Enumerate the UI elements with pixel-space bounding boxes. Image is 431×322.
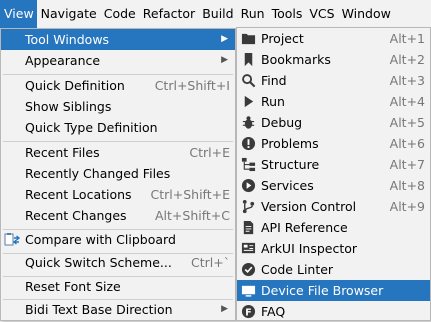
tool-window-find[interactable]: Find Alt+3: [237, 70, 430, 91]
menu-item-label: Problems: [261, 136, 319, 151]
menu-item-label: Compare with Clipboard: [25, 232, 176, 247]
shortcut-label: Ctrl+E: [189, 145, 230, 160]
shortcut-label: Alt+8: [389, 178, 425, 193]
search-icon: [242, 74, 256, 88]
menu-item-label: API Reference: [261, 220, 348, 235]
shortcut-label: Ctrl+`: [191, 255, 230, 270]
api-reference-icon: [243, 220, 254, 235]
menu-item-quick-switch-scheme[interactable]: Quick Switch Scheme... Ctrl+`: [1, 252, 235, 273]
debug-icon: [242, 116, 255, 129]
menu-item-label: Bookmarks: [261, 52, 331, 67]
tool-window-structure[interactable]: Structure Alt+7: [237, 154, 430, 175]
menu-item-show-siblings[interactable]: Show Siblings: [1, 96, 235, 117]
menu-item-label: Recent Changes: [25, 208, 127, 223]
menu-item-label: Version Control: [261, 199, 357, 214]
shortcut-label: Alt+4: [389, 94, 425, 109]
problems-icon: [241, 136, 256, 151]
menu-item-reset-font-size[interactable]: Reset Font Size: [1, 276, 235, 297]
menu-item-label: Appearance: [25, 53, 101, 68]
menu-item-label: Device File Browser: [261, 283, 384, 298]
bookmark-icon: [244, 52, 253, 67]
menu-item-label: Find: [261, 73, 287, 88]
menu-item-label: ArkUI Inspector: [261, 241, 358, 256]
menu-item-label: Bidi Text Base Direction: [25, 302, 173, 317]
submenu-arrow-icon: ▶: [221, 304, 228, 314]
menu-item-recent-changes[interactable]: Recent Changes Alt+Shift+C: [1, 205, 235, 226]
shortcut-label: Alt+2: [389, 52, 425, 67]
menu-item-bidi-text-base-direction[interactable]: Bidi Text Base Direction ▶: [1, 299, 235, 320]
menu-item-label: Project: [261, 31, 304, 46]
shortcut-label: Ctrl+Shift+I: [154, 78, 230, 93]
menu-item-label: Recently Changed Files: [25, 166, 171, 181]
shortcut-label: Alt+7: [389, 157, 425, 172]
tool-windows-submenu: Project Alt+1 Bookmarks Alt+2 Find Alt+3…: [236, 27, 431, 321]
tool-window-problems[interactable]: Problems Alt+6: [237, 133, 430, 154]
menu-build[interactable]: Build: [198, 0, 236, 28]
shortcut-label: Alt+1: [389, 31, 425, 46]
tool-window-faq[interactable]: F FAQ: [237, 301, 430, 322]
folder-icon: [241, 33, 256, 45]
view-menu: Tool Windows ▶ Appearance ▶ Quick Defini…: [0, 28, 236, 321]
shortcut-label: Alt+6: [389, 136, 425, 151]
svg-text:F: F: [245, 307, 251, 318]
menu-item-appearance[interactable]: Appearance ▶: [1, 50, 235, 71]
menu-vcs[interactable]: VCS: [305, 0, 337, 28]
menu-item-label: Quick Type Definition: [25, 120, 158, 135]
menu-item-label: Recent Files: [25, 145, 100, 160]
menu-item-label: Reset Font Size: [25, 279, 121, 294]
menu-item-label: Quick Definition: [25, 78, 125, 93]
services-icon: [241, 178, 256, 193]
menu-refactor[interactable]: Refactor: [139, 0, 198, 28]
menu-code[interactable]: Code: [100, 0, 139, 28]
run-icon: [244, 95, 254, 108]
menu-tools[interactable]: Tools: [268, 0, 306, 28]
menu-item-label: Services: [261, 178, 314, 193]
faq-icon: F: [241, 304, 256, 318]
tool-window-api-reference[interactable]: API Reference: [237, 217, 430, 238]
menu-item-label: Recent Locations: [25, 187, 132, 202]
submenu-arrow-icon: ▶: [221, 55, 228, 65]
device-file-browser-icon: [241, 285, 256, 297]
menu-item-label: Show Siblings: [25, 99, 112, 114]
inspector-icon: [241, 242, 256, 254]
tool-window-run[interactable]: Run Alt+4: [237, 91, 430, 112]
version-control-icon: [242, 199, 255, 214]
menu-item-label: FAQ: [261, 304, 286, 319]
menu-item-recently-changed-files[interactable]: Recently Changed Files: [1, 163, 235, 184]
menu-item-label: Code Linter: [261, 262, 334, 277]
compare-clipboard-icon: [4, 233, 20, 246]
shortcut-label: Alt+3: [389, 73, 425, 88]
tool-window-debug[interactable]: Debug Alt+5: [237, 112, 430, 133]
menu-item-quick-definition[interactable]: Quick Definition Ctrl+Shift+I: [1, 75, 235, 96]
menu-item-label: Quick Switch Scheme...: [25, 255, 172, 270]
shortcut-label: Alt+5: [389, 115, 425, 130]
menu-item-label: Run: [261, 94, 285, 109]
menu-item-quick-type-definition[interactable]: Quick Type Definition: [1, 117, 235, 138]
shortcut-label: Ctrl+Shift+E: [150, 187, 231, 202]
menu-item-recent-files[interactable]: Recent Files Ctrl+E: [1, 142, 235, 163]
menu-run[interactable]: Run: [237, 0, 268, 28]
menu-view[interactable]: View: [0, 0, 37, 28]
tool-window-bookmarks[interactable]: Bookmarks Alt+2: [237, 49, 430, 70]
structure-icon: [241, 157, 256, 172]
tool-window-services[interactable]: Services Alt+8: [237, 175, 430, 196]
menu-item-label: Debug: [261, 115, 303, 130]
submenu-arrow-icon: ▶: [221, 34, 228, 44]
menu-item-recent-locations[interactable]: Recent Locations Ctrl+Shift+E: [1, 184, 235, 205]
menu-navigate[interactable]: Navigate: [37, 0, 100, 28]
tool-window-project[interactable]: Project Alt+1: [237, 28, 430, 49]
menu-item-label: Tool Windows: [25, 32, 110, 47]
menu-window[interactable]: Window: [338, 0, 394, 28]
shortcut-label: Alt+9: [389, 199, 425, 214]
tool-window-code-linter[interactable]: Code Linter: [237, 259, 430, 280]
menu-bar: View Navigate Code Refactor Build Run To…: [0, 0, 431, 28]
tool-window-device-file-browser[interactable]: Device File Browser: [237, 280, 430, 301]
shortcut-label: Alt+Shift+C: [154, 208, 230, 223]
code-linter-icon: [241, 262, 256, 277]
menu-item-compare-with-clipboard[interactable]: Compare with Clipboard: [1, 229, 235, 250]
tool-window-arkui-inspector[interactable]: ArkUI Inspector: [237, 238, 430, 259]
tool-window-version-control[interactable]: Version Control Alt+9: [237, 196, 430, 217]
menu-item-label: Structure: [261, 157, 320, 172]
menu-item-tool-windows[interactable]: Tool Windows ▶: [1, 29, 235, 50]
